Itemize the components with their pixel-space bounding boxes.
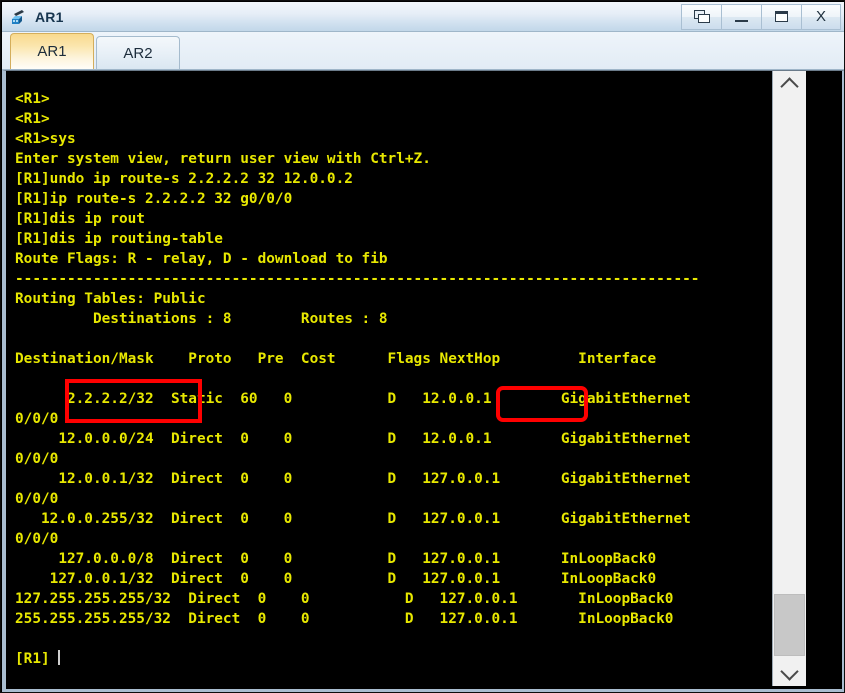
scroll-down-button[interactable] <box>773 660 806 686</box>
close-button[interactable]: X <box>801 3 841 30</box>
maximize-button[interactable] <box>761 3 801 30</box>
close-icon: X <box>815 8 826 25</box>
tab-ar2-label: AR2 <box>123 44 153 62</box>
scrollbar-track[interactable] <box>773 97 806 660</box>
scroll-up-button[interactable] <box>773 71 806 97</box>
tab-strip: AR1 AR2 <box>2 32 844 70</box>
router-icon <box>9 7 29 27</box>
maximize-icon <box>775 11 788 22</box>
restore-icon <box>693 10 710 23</box>
minimize-button[interactable] <box>721 3 761 30</box>
terminal-panel: <R1> <R1> <R1>sys Enter system view, ret… <box>2 70 844 692</box>
console-output-area[interactable]: <R1> <R1> <R1>sys Enter system view, ret… <box>6 71 809 686</box>
scrollbar-thumb[interactable] <box>774 594 805 656</box>
window-title: AR1 <box>35 8 64 25</box>
console-text: <R1> <R1> <R1>sys Enter system view, ret… <box>15 91 700 667</box>
terminal-window: AR1 X AR1 AR2 <R1> <R1> <R1>sys Enter sy… <box>0 0 845 693</box>
minimize-icon <box>735 11 748 22</box>
tab-ar1-label: AR1 <box>37 43 67 60</box>
title-bar[interactable]: AR1 X <box>2 2 844 32</box>
window-controls: X <box>681 3 841 30</box>
text-cursor <box>58 650 61 665</box>
chevron-up-icon <box>780 76 799 96</box>
tab-ar1[interactable]: AR1 <box>10 33 94 69</box>
vertical-scrollbar[interactable] <box>772 71 806 686</box>
restore-button[interactable] <box>681 3 721 30</box>
chevron-down-icon <box>780 661 799 681</box>
tab-ar2[interactable]: AR2 <box>96 36 180 69</box>
